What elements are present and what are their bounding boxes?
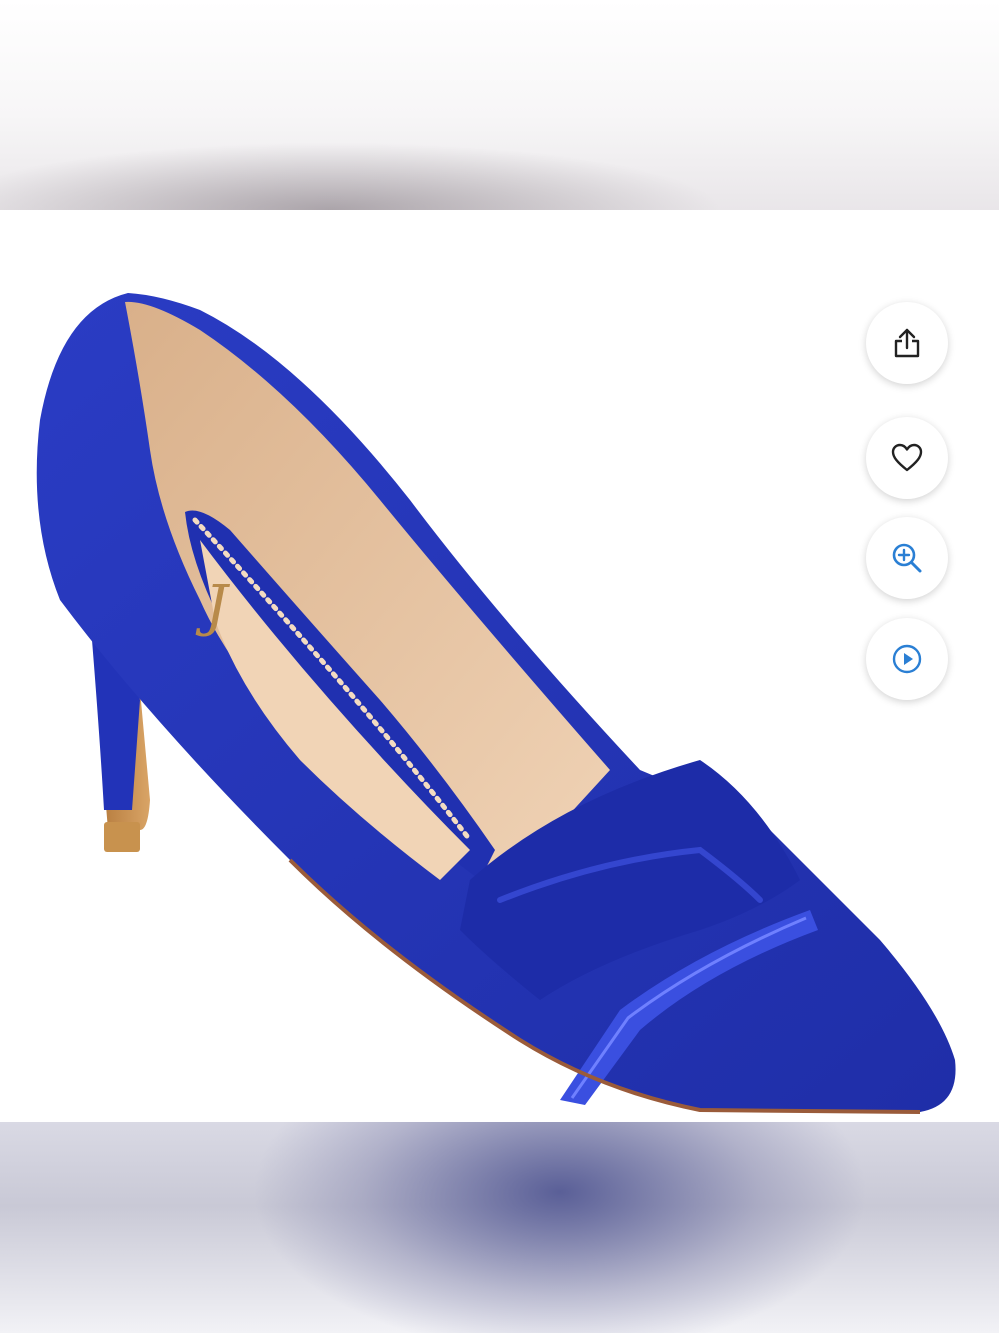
zoom-in-icon (892, 543, 922, 573)
shoe-illustration: J (36, 293, 956, 1114)
product-image[interactable]: J (0, 210, 999, 1122)
share-icon (894, 328, 920, 358)
play-icon (892, 644, 922, 674)
share-button[interactable] (866, 302, 948, 384)
blurred-background-bottom (0, 1122, 999, 1333)
video-button[interactable] (866, 618, 948, 700)
product-gallery-page: J (0, 0, 999, 1333)
heart-icon (891, 443, 923, 472)
shoe-heel-tip (104, 822, 140, 852)
favorite-button[interactable] (866, 417, 948, 499)
blurred-background-top (0, 0, 999, 210)
zoom-button[interactable] (866, 517, 948, 599)
